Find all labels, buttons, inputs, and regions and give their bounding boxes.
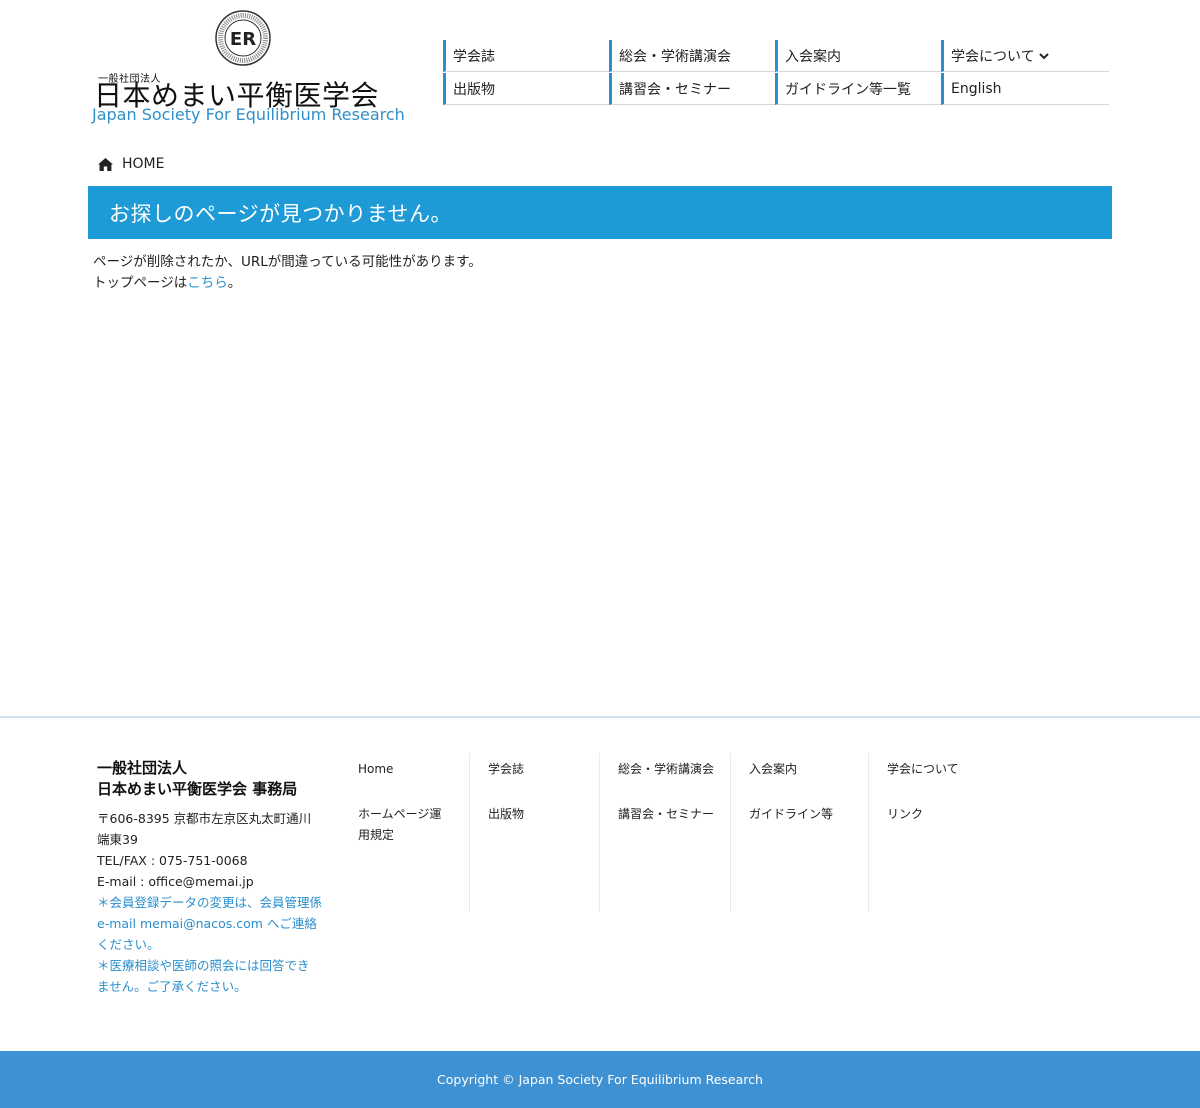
breadcrumb-home-link[interactable]: HOME [122,156,164,172]
footer-col-4: 入会案内 ガイドライン等 [731,753,869,912]
nav-label: 学会について [951,48,1035,65]
nav-publications[interactable]: 出版物 [443,73,609,105]
error-line-2-prefix: トップページは [93,275,188,291]
footer-link-home[interactable]: Home [358,759,469,804]
footer-link-publications[interactable]: 出版物 [488,804,599,849]
footer-link-about[interactable]: 学会について [887,759,999,804]
home-icon [98,157,113,171]
footer-note-membership: ＊会員登録データの変更は、会員管理係 e-mail memai@nacos.co… [97,895,323,952]
site-logo[interactable]: ER 一般社団法人 日本めまい平衡医学会 Japan Society For E… [90,8,405,128]
copyright-bar: Copyright © Japan Society For Equilibriu… [0,1051,1200,1108]
footer-link-seminars[interactable]: 講習会・セミナー [618,804,730,849]
footer-email: E-mail : office@memai.jp [97,874,254,889]
nav-label: 出版物 [453,81,495,98]
nav-english[interactable]: English [941,73,1109,105]
page-title-bar: お探しのページが見つかりません。 [88,186,1112,239]
footer-link-journal[interactable]: 学会誌 [488,759,599,804]
footer-org-line-1: 一般社団法人 [97,759,188,777]
error-line-2: トップページはこちら。 [93,273,482,294]
footer-address: 〒606-8395 京都市左京区丸太町通川端東39 [97,811,312,847]
nav-guidelines[interactable]: ガイドライン等一覧 [775,73,941,105]
nav-seminars[interactable]: 講習会・セミナー [609,73,775,105]
footer-col-3: 総会・学術講演会 講習会・セミナー [600,753,731,912]
nav-label: 講習会・セミナー [619,81,731,98]
logo-english-name: Japan Society For Equilibrium Research [92,105,405,124]
page-title: お探しのページが見つかりません。 [109,201,452,226]
footer-divider [0,716,1200,718]
svg-text:ER: ER [230,29,256,50]
footer-col-2: 学会誌 出版物 [470,753,600,912]
footer-link-general-meeting[interactable]: 総会・学術講演会 [618,759,730,804]
nav-label: 学会誌 [453,48,495,65]
chevron-down-icon [1038,52,1049,59]
nav-label: 総会・学術講演会 [619,48,731,65]
error-line-2-suffix: 。 [227,275,242,291]
footer-link-site-policy[interactable]: ホームページ運用規定 [358,804,450,849]
footer-note-medical: ＊医療相談や医師の照会には回答できません。ご了承ください。 [97,958,310,994]
error-line-1: ページが削除されたか、URLが間違っている可能性があります。 [93,254,482,270]
nav-label: English [951,80,1002,97]
top-page-link[interactable]: こちら [187,275,228,291]
global-nav: 学会誌 総会・学術講演会 入会案内 学会について 出版物 講習会・セミナー ガイ… [443,40,1109,105]
copyright-text: Copyright © Japan Society For Equilibriu… [437,1072,763,1087]
nav-membership[interactable]: 入会案内 [775,40,941,72]
footer-col-1: Home ホームページ運用規定 [340,753,470,912]
error-message: ページが削除されたか、URLが間違っている可能性があります。 トップページはこち… [93,252,482,294]
nav-about[interactable]: 学会について [941,40,1109,72]
footer-tel: TEL/FAX : 075-751-0068 [97,853,248,868]
footer-link-guidelines[interactable]: ガイドライン等 [749,804,868,849]
nav-label: 入会案内 [785,48,841,65]
footer-links: Home ホームページ運用規定 学会誌 出版物 総会・学術講演会 講習会・セミナ… [340,753,999,912]
footer-office-info: 一般社団法人 日本めまい平衡医学会 事務局 〒606-8395 京都市左京区丸太… [97,758,322,997]
footer-link-links[interactable]: リンク [887,804,999,849]
footer-link-membership[interactable]: 入会案内 [749,759,868,804]
footer-col-5: 学会について リンク [869,753,999,912]
society-emblem-icon: ER [215,10,271,66]
footer-org-line-2: 日本めまい平衡医学会 事務局 [97,780,298,798]
nav-label: ガイドライン等一覧 [785,81,911,98]
nav-general-meeting[interactable]: 総会・学術講演会 [609,40,775,72]
nav-journal[interactable]: 学会誌 [443,40,609,72]
breadcrumb: HOME [97,156,164,172]
